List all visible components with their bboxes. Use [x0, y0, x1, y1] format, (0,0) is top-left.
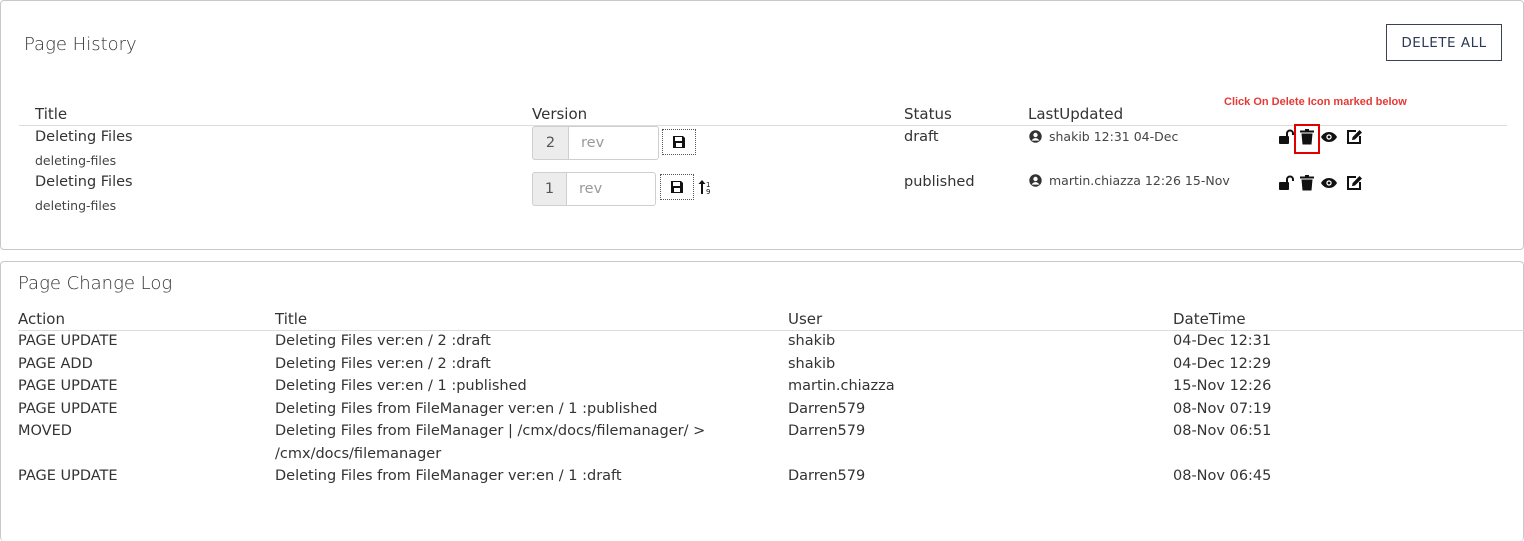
log-datetime: 15-Nov 12:26	[1173, 378, 1272, 394]
log-datetime: 08-Nov 06:51	[1173, 423, 1272, 439]
rev-input[interactable]: rev	[568, 126, 659, 160]
instruction-hint: Click On Delete Icon marked below	[1224, 96, 1407, 108]
unlock-icon[interactable]	[1277, 128, 1295, 146]
log-action: PAGE ADD	[18, 356, 93, 372]
log-title: Deleting Files from FileManager ver:en /…	[275, 468, 622, 484]
log-action: PAGE UPDATE	[18, 333, 118, 349]
page-history-card: Page History DELETE ALL Click On Delete …	[0, 0, 1524, 250]
version-number: 1	[532, 172, 566, 206]
page-history-title: Page History	[24, 34, 137, 55]
delete-all-button[interactable]: DELETE ALL	[1386, 24, 1502, 61]
svg-text:9: 9	[706, 188, 710, 195]
row-updated: shakib 12:31 04-Dec	[1049, 129, 1179, 144]
log-action: PAGE UPDATE	[18, 378, 118, 394]
log-datetime: 08-Nov 07:19	[1173, 401, 1272, 417]
log-user: martin.chiazza	[788, 378, 895, 394]
row-updated: martin.chiazza 12:26 15-Nov	[1049, 173, 1230, 188]
trash-icon[interactable]	[1298, 174, 1316, 192]
unlock-icon[interactable]	[1277, 174, 1295, 192]
log-user: Darren579	[788, 468, 866, 484]
col-status-header: Status	[904, 105, 952, 123]
log-user: Darren579	[788, 401, 866, 417]
user-circle-icon	[1029, 174, 1042, 187]
col-version-header: Version	[532, 105, 588, 123]
log-title: Deleting Files ver:en / 2 :draft	[275, 356, 491, 372]
col-user-header: User	[788, 310, 823, 328]
log-action: MOVED	[18, 423, 72, 439]
log-title: Deleting Files from FileManager | /cmx/d…	[275, 423, 706, 439]
save-revision-button[interactable]	[660, 174, 694, 200]
log-title: Deleting Files ver:en / 1 :published	[275, 378, 527, 394]
log-datetime: 04-Dec 12:29	[1173, 356, 1272, 372]
log-title-continued: /cmx/docs/filemanager	[275, 446, 442, 462]
col-title-header: Title	[275, 310, 308, 328]
floppy-disk-icon	[673, 136, 685, 148]
log-datetime: 04-Dec 12:31	[1173, 333, 1272, 349]
row-slug: deleting-files	[35, 198, 117, 213]
rev-input[interactable]: rev	[566, 172, 656, 206]
page-change-log-card: Page Change Log Action Title User DateTi…	[0, 261, 1524, 541]
version-number: 2	[532, 126, 568, 160]
col-title-header: Title	[35, 105, 68, 123]
log-action: PAGE UPDATE	[18, 468, 118, 484]
log-user: shakib	[788, 333, 836, 349]
sort-icon[interactable]: 19	[697, 178, 713, 196]
row-status: draft	[904, 129, 939, 145]
log-title: Deleting Files from FileManager ver:en /…	[275, 401, 658, 417]
log-datetime: 08-Nov 06:45	[1173, 468, 1272, 484]
page-change-log-title: Page Change Log	[18, 273, 173, 294]
floppy-disk-icon	[671, 181, 683, 193]
edit-icon[interactable]	[1345, 174, 1363, 192]
log-user: Darren579	[788, 423, 866, 439]
user-circle-icon	[1029, 130, 1042, 143]
edit-icon[interactable]	[1345, 128, 1363, 146]
col-lastupdated-header: LastUpdated	[1028, 105, 1124, 123]
log-user: shakib	[788, 356, 836, 372]
log-title: Deleting Files ver:en / 2 :draft	[275, 333, 491, 349]
col-datetime-header: DateTime	[1173, 310, 1246, 328]
save-revision-button[interactable]	[662, 129, 696, 155]
row-status: published	[904, 174, 975, 190]
eye-icon[interactable]	[1319, 174, 1339, 192]
eye-icon[interactable]	[1319, 128, 1339, 146]
log-action: PAGE UPDATE	[18, 401, 118, 417]
row-title: Deleting Files	[35, 174, 133, 190]
row-title: Deleting Files	[35, 129, 133, 145]
col-action-header: Action	[18, 310, 65, 328]
trash-icon[interactable]	[1298, 128, 1316, 146]
row-slug: deleting-files	[35, 153, 117, 168]
